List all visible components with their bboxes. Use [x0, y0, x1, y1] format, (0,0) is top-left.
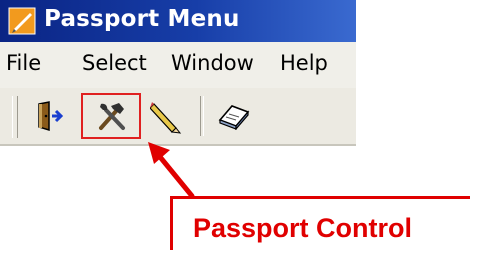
- passport-control-callout: Passport Control: [170, 196, 470, 250]
- passport-control-button[interactable]: [91, 94, 131, 138]
- exit-button[interactable]: [30, 94, 70, 138]
- passport-menu-window: Passport Menu File Select Window Help: [0, 0, 356, 150]
- toolbar: [0, 88, 356, 144]
- menu-bar: File Select Window Help: [0, 42, 356, 89]
- pencil-icon: [150, 102, 182, 134]
- hammer-wrench-icon: [99, 103, 125, 130]
- edit-button[interactable]: [146, 94, 186, 138]
- menu-window[interactable]: Window: [171, 51, 254, 75]
- menu-select[interactable]: Select: [82, 51, 147, 75]
- passport-app-icon: [8, 7, 36, 35]
- book-icon: [218, 105, 250, 130]
- callout-label: Passport Control: [193, 213, 413, 243]
- book-button[interactable]: [214, 94, 254, 138]
- title-bar[interactable]: Passport Menu: [0, 0, 356, 42]
- toolbar-grip[interactable]: [12, 96, 18, 138]
- window-title: Passport Menu: [44, 6, 240, 32]
- menu-file[interactable]: File: [6, 51, 41, 75]
- toolbar-separator: [200, 96, 204, 136]
- menu-help[interactable]: Help: [280, 51, 328, 75]
- red-arrow-annotation: [148, 142, 195, 199]
- exit-door-icon: [38, 101, 64, 132]
